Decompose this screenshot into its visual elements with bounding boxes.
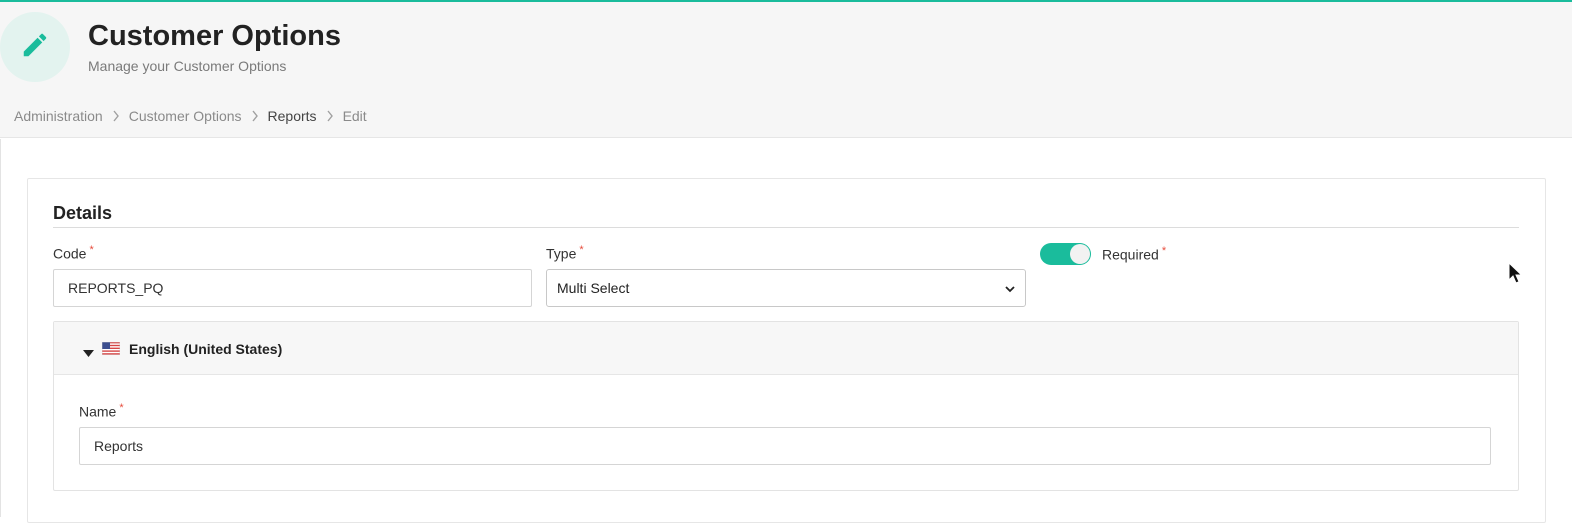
chevron-down-icon [1005, 280, 1015, 296]
code-label-text: Code [53, 245, 87, 262]
code-input[interactable] [53, 269, 532, 307]
chevron-right-icon [326, 110, 334, 122]
language-label: English (United States) [129, 341, 283, 357]
required-label: Required * [1102, 245, 1166, 263]
page-header: Customer Options Manage your Customer Op… [0, 2, 1572, 138]
type-required-mark: * [579, 244, 584, 256]
language-panel-header[interactable]: English (United States) [54, 322, 1518, 375]
page-title: Customer Options [88, 20, 341, 52]
us-flag-icon [101, 341, 121, 360]
type-select-value: Multi Select [557, 280, 630, 296]
details-card: Details Code* Type* Multi Select Require… [27, 178, 1546, 523]
required-required-mark: * [1161, 245, 1167, 257]
breadcrumb: Administration Customer Options Reports … [14, 108, 367, 124]
name-input[interactable] [79, 427, 1491, 465]
caret-down-icon[interactable] [83, 344, 94, 362]
type-select[interactable]: Multi Select [546, 269, 1026, 307]
page-subtitle: Manage your Customer Options [88, 58, 287, 74]
language-panel: English (United States) Name * [53, 321, 1519, 491]
breadcrumb-administration[interactable]: Administration [14, 108, 103, 124]
code-label: Code * [53, 244, 94, 262]
code-required-mark: * [89, 244, 94, 256]
type-label: Type * [546, 244, 584, 262]
details-title: Details [53, 203, 113, 223]
chevron-right-icon [112, 110, 120, 122]
breadcrumb-edit: Edit [342, 108, 367, 124]
type-label-text: Type [546, 245, 577, 262]
mouse-cursor-icon [1508, 261, 1523, 289]
breadcrumb-reports[interactable]: Reports [268, 108, 317, 124]
main-content: Details Code* Type* Multi Select Require… [0, 139, 1572, 523]
chevron-right-icon [251, 110, 259, 122]
toggle-knob [1070, 244, 1090, 264]
name-label-text: Name [79, 403, 117, 420]
details-divider [53, 227, 1519, 228]
required-label-text: Required [1102, 246, 1159, 263]
breadcrumb-customer-options[interactable]: Customer Options [129, 108, 242, 124]
pencil-icon [20, 30, 50, 65]
header-avatar [0, 12, 70, 82]
name-required-mark: * [119, 402, 124, 414]
name-label: Name * [79, 402, 124, 420]
required-toggle[interactable] [1040, 243, 1091, 265]
